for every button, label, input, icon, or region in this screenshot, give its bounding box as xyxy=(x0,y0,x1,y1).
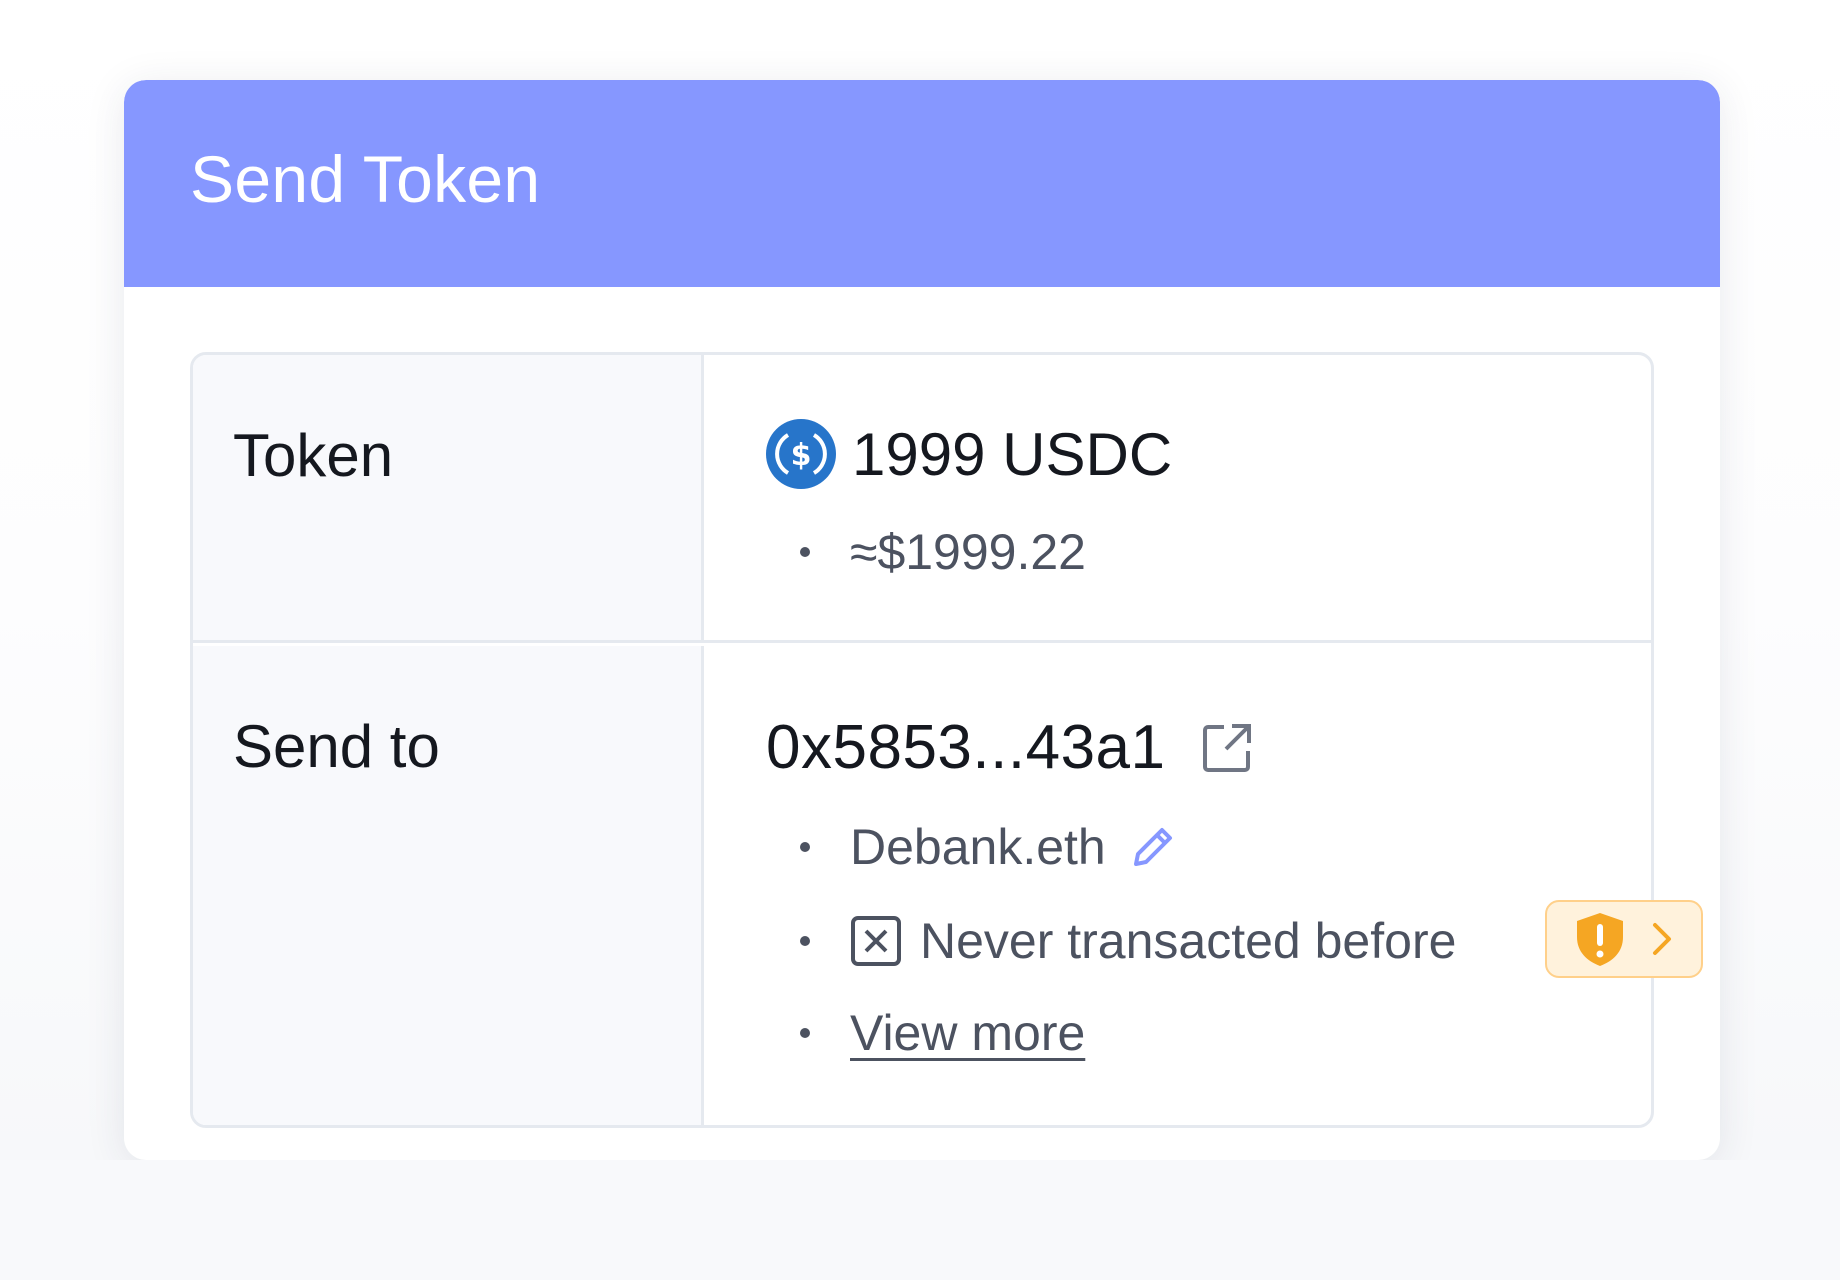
chevron-right-icon xyxy=(1653,923,1671,955)
send-to-label: Send to xyxy=(193,646,704,1125)
usd-value: ≈$1999.22 xyxy=(850,524,1086,580)
token-amount: 1999 USDC xyxy=(852,420,1173,488)
token-amount-line: $ 1999 USDC xyxy=(766,419,1172,489)
bullet xyxy=(800,936,810,946)
bullet xyxy=(800,547,810,557)
view-more-line: View more xyxy=(800,1004,1085,1062)
token-label: Token xyxy=(193,355,704,640)
shield-warning-icon xyxy=(1577,913,1623,966)
send-to-row: Send to 0x5853...43a1 Debank.eth Never t… xyxy=(193,646,1651,1125)
view-more-link[interactable]: View more xyxy=(850,1004,1085,1062)
token-row: Token $ 1999 USDC ≈$1999.22 xyxy=(193,355,1651,643)
page: Send Token Token $ 1999 USDC ≈$1999.22 S… xyxy=(0,0,1840,1280)
usdc-icon: $ xyxy=(766,419,836,489)
usd-value-line: ≈$1999.22 xyxy=(800,523,1086,581)
token-value-cell: $ 1999 USDC ≈$1999.22 xyxy=(704,355,1651,640)
svg-text:$: $ xyxy=(791,438,812,473)
send-token-dialog: Send Token Token $ 1999 USDC ≈$1999.22 S… xyxy=(124,80,1720,1160)
dialog-header: Send Token xyxy=(124,80,1720,287)
security-warning-button[interactable] xyxy=(1545,900,1703,978)
pencil-icon[interactable] xyxy=(1128,822,1178,872)
address-alias: Debank.eth xyxy=(850,819,1106,875)
details-table: Token $ 1999 USDC ≈$1999.22 Send to 0x58… xyxy=(190,352,1654,1128)
footer-band xyxy=(0,1160,1840,1280)
alias-line: Debank.eth xyxy=(800,818,1178,876)
address-line: 0x5853...43a1 xyxy=(766,712,1254,783)
history-line: Never transacted before xyxy=(800,912,1456,970)
dialog-title: Send Token xyxy=(190,141,541,216)
x-box-icon xyxy=(851,916,901,966)
recipient-address: 0x5853...43a1 xyxy=(766,713,1166,782)
external-link-icon[interactable] xyxy=(1200,721,1254,775)
bullet xyxy=(800,1028,810,1038)
history-status: Never transacted before xyxy=(920,913,1457,969)
send-to-value-cell: 0x5853...43a1 Debank.eth Never transacte… xyxy=(704,646,1651,1125)
bullet xyxy=(800,842,810,852)
